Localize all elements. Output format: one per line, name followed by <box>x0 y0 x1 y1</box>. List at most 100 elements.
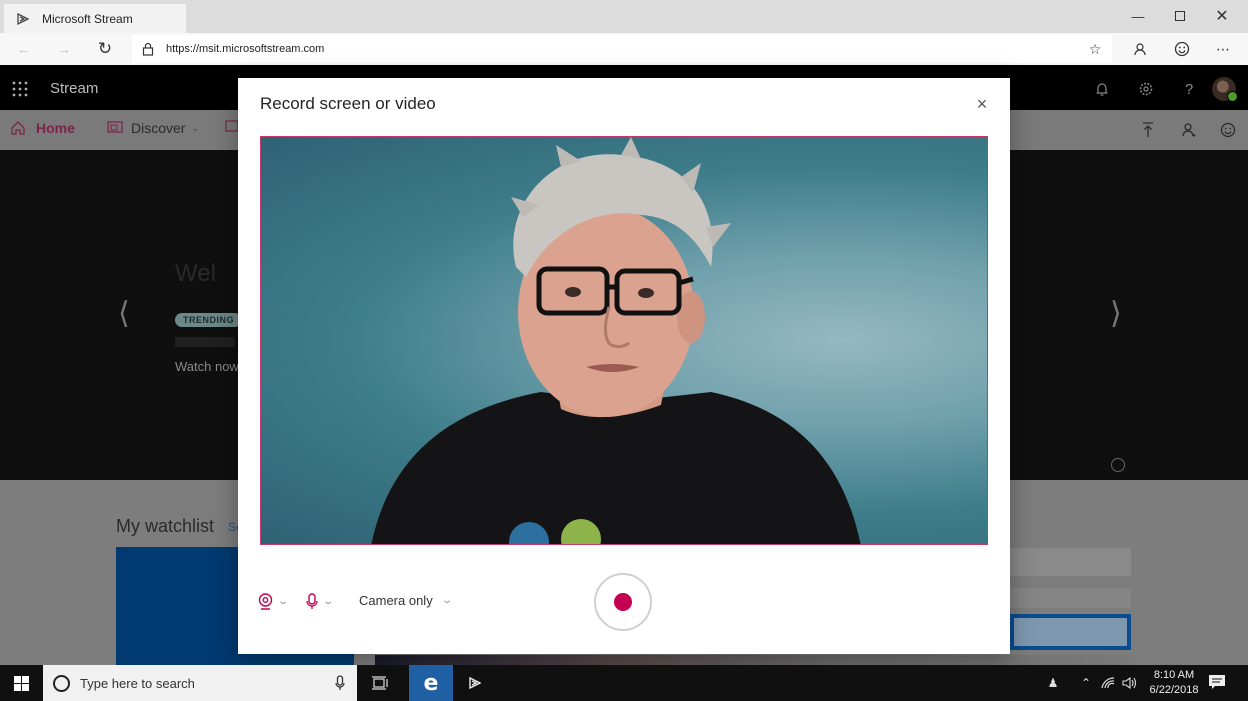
windows-taskbar: Type here to search e ♟ ⌃ 8:10 AM 6/22/2… <box>0 665 1248 701</box>
feedback-button[interactable] <box>1167 37 1197 61</box>
dialog-close-button[interactable]: × <box>972 94 992 114</box>
close-icon: ✕ <box>1215 8 1229 25</box>
wifi-icon <box>1101 677 1115 689</box>
stream-app-icon <box>469 676 482 690</box>
recording-source-select[interactable]: Camera only ⌄ <box>359 593 454 608</box>
back-button[interactable]: ← <box>8 37 40 61</box>
nav-discover-label: Discover <box>131 120 186 136</box>
user-add-icon <box>1182 123 1196 137</box>
nav-discover[interactable]: Discover ⌄ <box>107 120 199 136</box>
chevron-down-icon: ⌄ <box>276 596 290 607</box>
watch-now-link[interactable]: Watch now <box>175 359 239 374</box>
stream-logo-icon <box>17 12 30 25</box>
thumbnail-strip <box>375 655 1135 665</box>
volume-button[interactable] <box>1121 674 1139 692</box>
avatar[interactable] <box>1212 77 1238 102</box>
forward-button[interactable]: → <box>48 37 80 61</box>
microphone-select[interactable]: ⌄ <box>306 593 335 610</box>
upload-button[interactable] <box>1136 118 1160 142</box>
search-placeholder: Type here to search <box>80 675 195 691</box>
app-launcher-icon[interactable] <box>12 81 28 97</box>
clock-date: 6/22/2018 <box>1149 684 1199 696</box>
feedback-nav-button[interactable] <box>1216 118 1240 142</box>
carousel-pause-button[interactable] <box>1111 458 1125 472</box>
side-panel-text <box>1010 588 1131 608</box>
back-arrow-icon: ← <box>16 40 32 58</box>
favorite-button[interactable]: ☆ <box>1080 37 1110 61</box>
forward-arrow-icon: → <box>56 40 72 58</box>
people-button[interactable]: ♟ <box>1044 674 1062 692</box>
recording-source-value: Camera only <box>359 593 433 608</box>
trending-badge: TRENDING <box>175 313 242 327</box>
camera-select[interactable]: ⌄ <box>258 593 290 610</box>
help-button[interactable]: ? <box>1177 77 1201 101</box>
action-center-icon[interactable] <box>1208 674 1226 690</box>
notifications-button[interactable] <box>1090 77 1114 101</box>
microphone-icon <box>306 593 318 609</box>
chevron-down-icon: ⌄ <box>440 595 454 606</box>
refresh-icon: ↻ <box>97 39 113 58</box>
task-view-button[interactable] <box>358 665 402 701</box>
more-button[interactable]: ⋯ <box>1208 37 1238 61</box>
people-icon: ♟ <box>1047 676 1059 690</box>
windows-logo-icon <box>14 675 29 691</box>
task-view-icon <box>372 676 388 690</box>
edge-taskbar-button[interactable]: e <box>409 665 453 701</box>
volume-icon <box>1122 677 1137 689</box>
carousel-prev-button[interactable]: ⟨ <box>118 296 130 331</box>
minimize-button[interactable]: — <box>1118 4 1158 28</box>
chevron-down-icon: ⌄ <box>321 596 335 607</box>
url-text: https://msit.microsoftstream.com <box>166 43 325 55</box>
record-controls: ⌄ ⌄ Camera only ⌄ <box>238 568 1010 638</box>
user-add-button[interactable] <box>1177 118 1201 142</box>
stream-taskbar-button[interactable] <box>453 665 497 701</box>
webcam-icon <box>258 593 273 610</box>
address-bar-row: ← → ↻ https://msit.microsoftstream.com ☆… <box>0 33 1248 65</box>
start-button[interactable] <box>0 665 43 701</box>
tab-title: Microsoft Stream <box>42 11 133 26</box>
browser-tab-bar: Microsoft Stream — ✕ <box>0 0 1248 33</box>
watchlist-title: My watchlist <box>116 516 215 536</box>
create-icon <box>225 120 239 132</box>
side-panel-header <box>1010 548 1131 576</box>
side-panel-input[interactable] <box>1010 614 1131 650</box>
url-input[interactable]: https://msit.microsoftstream.com <box>132 35 1112 63</box>
cortana-icon <box>53 674 70 692</box>
refresh-button[interactable]: ↻ <box>89 37 121 61</box>
taskbar-clock[interactable]: 8:10 AM 6/22/2018 <box>1144 668 1204 698</box>
profile-button[interactable] <box>1125 37 1155 61</box>
edge-icon: e <box>423 670 439 696</box>
carousel-next-button[interactable]: ⟩ <box>1110 296 1122 331</box>
close-window-button[interactable]: ✕ <box>1202 4 1242 28</box>
feedback-smiley-icon <box>1174 41 1190 57</box>
taskbar-search[interactable]: Type here to search <box>43 665 357 701</box>
show-hidden-icons-button[interactable]: ⌃ <box>1077 674 1095 692</box>
clock-time: 8:10 AM <box>1153 669 1195 681</box>
favorite-star-icon: ☆ <box>1088 40 1102 57</box>
browser-tab[interactable]: Microsoft Stream <box>4 4 186 33</box>
camera-preview <box>260 136 988 545</box>
more-icon: ⋯ <box>1216 40 1230 57</box>
nav-create[interactable] <box>225 120 239 132</box>
minimize-icon: — <box>1131 8 1145 24</box>
chevron-up-icon: ⌃ <box>1080 676 1092 690</box>
microphone-icon[interactable] <box>335 675 345 691</box>
hero-title: Wel <box>175 260 216 287</box>
discover-icon <box>107 121 123 133</box>
camera-feed-person <box>371 137 861 544</box>
upload-icon <box>1143 122 1153 137</box>
home-icon <box>11 121 25 135</box>
help-icon: ? <box>1184 80 1194 98</box>
record-dialog: Record screen or video × ⌄ ⌄ Camera only… <box>238 78 1010 654</box>
hero-subtitle <box>175 337 235 347</box>
profile-icon <box>1134 43 1146 56</box>
settings-button[interactable] <box>1134 77 1158 101</box>
nav-home-label: Home <box>36 120 75 136</box>
record-button[interactable] <box>594 573 652 631</box>
record-dot-icon <box>614 593 632 611</box>
maximize-button[interactable] <box>1160 4 1200 28</box>
network-button[interactable] <box>1099 674 1117 692</box>
app-name[interactable]: Stream <box>50 80 98 97</box>
feedback-icon <box>1220 122 1236 138</box>
nav-home[interactable]: Home <box>10 120 75 136</box>
